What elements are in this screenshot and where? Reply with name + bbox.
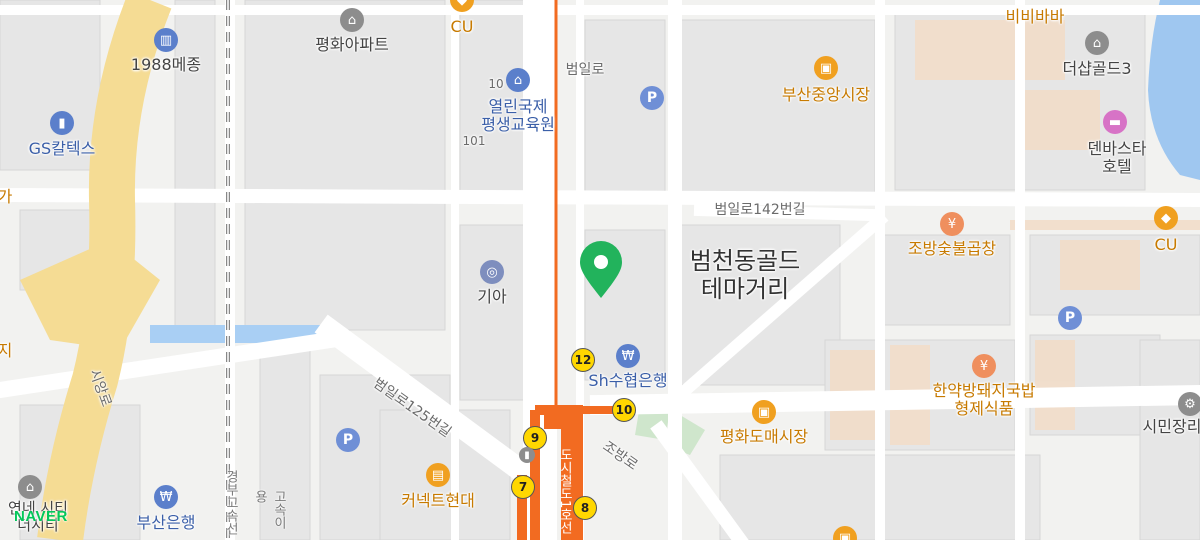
restaurant-icon: ¥ (940, 212, 964, 236)
market-icon: ▣ (814, 56, 838, 80)
road-label-beomil142: 범일로142번길 (714, 202, 806, 218)
rail-line-label: 경부고속선 (223, 470, 238, 535)
apartment-icon: ⌂ (18, 475, 42, 499)
road-label-beomil: 범일로 (565, 62, 605, 78)
parking-icon[interactable]: P (640, 86, 664, 110)
poi-simin[interactable]: 시민장리 (1143, 417, 1200, 436)
poi-denbasta[interactable]: 덴바스타 호텔 (1087, 139, 1147, 177)
district-line-1: 범천동골드 (689, 247, 801, 275)
poi-yeollin-line-1: 열린국제 (488, 97, 548, 116)
restaurant-icon: ¥ (972, 354, 996, 378)
subway-exit-10[interactable]: 10 (612, 398, 636, 422)
market-icon: ▣ (752, 400, 776, 424)
poi-denbasta-line-1: 덴바스타 (1087, 139, 1147, 158)
subway-exit-12[interactable]: 12 (571, 348, 595, 372)
apartment-icon: ⌂ (1085, 31, 1109, 55)
convenience-store-icon: ◆ (1154, 206, 1178, 230)
poi-cu-top[interactable]: CU (451, 17, 474, 36)
shopping-icon: ▤ (426, 463, 450, 487)
rail-line-label-2: 고속이용 (252, 490, 286, 529)
subway-exit-8[interactable]: 8 (573, 496, 597, 520)
poi-bibibaba[interactable]: 비비바바 (1006, 7, 1065, 26)
poi-pyeonghwa-apt[interactable]: 평화아파트 (315, 35, 389, 54)
subway-exit-7[interactable]: 7 (511, 475, 535, 499)
poi-yeollin[interactable]: 열린국제 평생교육원 (481, 97, 555, 135)
poi-denbasta-line-2: 호텔 (1102, 157, 1132, 177)
poi-central-market[interactable]: 부산중앙시장 (782, 85, 870, 104)
poi-jobang-gopchang[interactable]: 조방숯불곱창 (908, 239, 996, 258)
gas-station-icon: ▮ (50, 111, 74, 135)
poi-pyeonghwa-market[interactable]: 평화도매시장 (720, 427, 808, 446)
apartment-icon: ⌂ (340, 8, 364, 32)
poi-deshop[interactable]: 더샵골드3 (1062, 59, 1131, 78)
poi-kia[interactable]: 기아 (477, 287, 506, 306)
district-line-2: 테마거리 (700, 274, 790, 303)
hotel-icon: ▬ (1103, 110, 1127, 134)
poi-gs[interactable]: GS칼텍스 (29, 139, 96, 158)
poi-hanyak-line-1: 한약방돼지국밥 (932, 381, 1036, 400)
parking-icon[interactable]: P (336, 428, 360, 452)
education-icon: ⌂ (506, 68, 530, 92)
facility-icon: ⚙ (1178, 392, 1200, 416)
naver-logo: NAVER (14, 508, 68, 525)
poi-sh-bank[interactable]: Sh수협은행 (588, 371, 667, 390)
map-canvas[interactable]: 범일로 범일로142번길 범일로125번길 조방로 시앙로 도시철도1호선 경부… (0, 0, 1200, 540)
district-label: 범천동골드 테마거리 (689, 247, 801, 303)
map-base (0, 0, 1200, 540)
poi-busan-bank[interactable]: 부산은행 (137, 513, 196, 532)
address-number-b: 101 (462, 134, 486, 148)
poi-connect-hyundai[interactable]: 커넥트현대 (401, 491, 475, 510)
poi-left-ji: 지 (0, 341, 13, 360)
parking-icon[interactable]: P (1058, 306, 1082, 330)
poi-hanyak-line-2: 형제식품 (954, 399, 1014, 419)
building-icon: ▥ (154, 28, 178, 52)
poi-hanyak[interactable]: 한약방돼지국밥 형제식품 (932, 381, 1036, 419)
poi-meijong[interactable]: 1988메종 (131, 55, 201, 74)
car-dealer-icon: ◎ (480, 260, 504, 284)
subway-line-label: 도시철도1호선 (557, 448, 572, 535)
address-number-a: 10 (488, 77, 504, 91)
poi-left-ga: 가 (0, 187, 13, 206)
poi-cu-right[interactable]: CU (1155, 235, 1178, 254)
bank-icon: ₩ (154, 485, 178, 509)
bank-icon: ₩ (616, 344, 640, 368)
subway-entrance-icon: ▮ (519, 447, 535, 463)
poi-yeollin-line-2: 평생교육원 (481, 115, 555, 135)
